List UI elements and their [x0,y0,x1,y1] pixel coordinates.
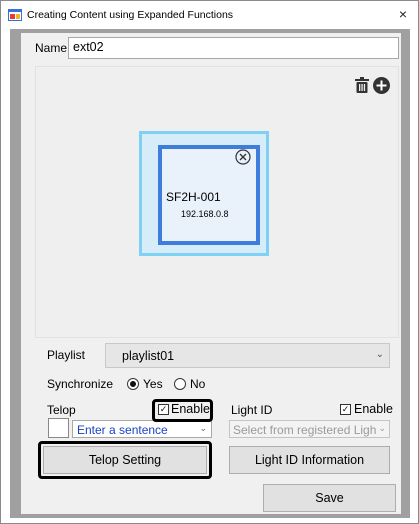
window-title: Creating Content using Expanded Function… [27,9,234,21]
save-button[interactable]: Save [263,484,396,512]
sync-yes-label[interactable]: Yes [143,377,163,391]
plus-circle-icon[interactable] [373,77,390,94]
chevron-down-icon: ⌄ [375,349,384,360]
window-close-button[interactable]: × [388,1,418,29]
app-window-icon [8,9,22,21]
chevron-down-icon: ⌄ [376,423,386,434]
playlist-label: Playlist [47,348,86,362]
chevron-down-icon: ⌄ [199,423,207,433]
sync-yes-radio[interactable] [127,378,139,390]
highlight-telop-enable [152,399,213,422]
playlist-select[interactable]: playlist01 ⌄ [105,343,390,368]
light-id-select-placeholder: Select from registered Ligh [233,423,377,437]
synchronize-label: Synchronize [47,377,114,391]
telop-sentence-select[interactable]: Enter a sentence ⌄ [72,420,212,438]
highlight-telop-setting [38,441,212,479]
device-ip: 192.168.0.8 [181,209,229,219]
telop-sentence-value: Enter a sentence [77,423,168,437]
sync-no-radio[interactable] [174,378,186,390]
name-input[interactable]: ext02 [68,37,399,59]
title-bar[interactable]: Creating Content using Expanded Function… [1,1,418,31]
light-id-select[interactable]: Select from registered Ligh ⌄ [229,420,390,438]
name-label: Name [35,41,68,55]
close-circle-icon[interactable] [235,149,251,165]
light-id-label: Light ID [231,403,273,417]
telop-color-picker[interactable] [48,418,69,438]
light-id-enable-label[interactable]: Enable [354,402,393,416]
playlist-value: playlist01 [122,349,175,363]
light-id-information-button[interactable]: Light ID Information [229,446,390,474]
trash-icon[interactable] [355,77,369,93]
device-name: SF2H-001 [166,190,221,204]
telop-label: Telop [47,403,76,417]
sync-no-label[interactable]: No [190,377,205,391]
light-id-enable-checkbox[interactable]: ✓ [340,404,351,415]
